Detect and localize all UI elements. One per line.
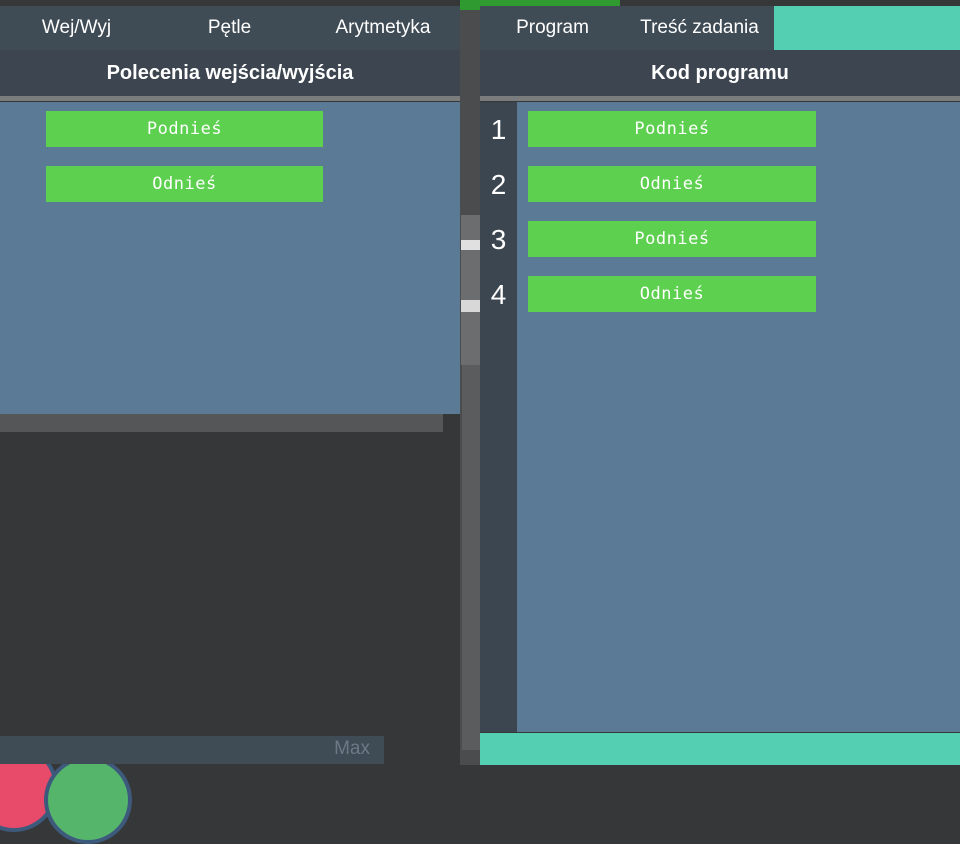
tab-wej-wyj[interactable]: Wej/Wyj	[0, 6, 153, 50]
program-command-odnies[interactable]: Odnieś	[528, 166, 816, 202]
header-divider	[0, 96, 460, 101]
palette-command-podnies[interactable]: Podnieś	[46, 111, 323, 147]
code-header-divider	[480, 96, 960, 101]
program-footer-bar	[480, 733, 960, 765]
tab-program[interactable]: Program	[480, 6, 625, 50]
scene-rail-bottom	[461, 300, 480, 312]
line-number: 3	[490, 224, 507, 255]
program-command-podnies[interactable]: Podnieś	[528, 111, 816, 147]
command-palette	[0, 102, 460, 414]
line-number: 4	[490, 279, 507, 310]
scene-lower-area	[0, 432, 460, 732]
tab-arytmetyka[interactable]: Arytmetyka	[306, 6, 460, 50]
scene-rail-top	[461, 240, 480, 250]
scene-wall	[462, 365, 480, 750]
program-command-podnies[interactable]: Podnieś	[528, 221, 816, 257]
palette-scrollbar[interactable]	[0, 414, 443, 432]
palette-title: Polecenia wejścia/wyjścia	[0, 50, 460, 96]
code-title: Kod programu	[480, 50, 960, 96]
line-number: 1	[490, 114, 507, 145]
active-tab-indicator	[774, 6, 960, 50]
tab-tresc-zadania[interactable]: Treść zadania	[625, 6, 774, 50]
program-command-odnies[interactable]: Odnieś	[528, 276, 816, 312]
palette-command-odnies[interactable]: Odnieś	[46, 166, 323, 202]
scene-floor-strip	[461, 215, 480, 365]
command-category-tabs: Wej/Wyj Pętle Arytmetyka	[0, 6, 460, 50]
line-number: 2	[490, 169, 507, 200]
speed-slider[interactable]: Max	[0, 736, 384, 764]
speed-max-label: Max	[334, 738, 370, 759]
run-button[interactable]	[44, 756, 132, 844]
tab-petle[interactable]: Pętle	[153, 6, 306, 50]
